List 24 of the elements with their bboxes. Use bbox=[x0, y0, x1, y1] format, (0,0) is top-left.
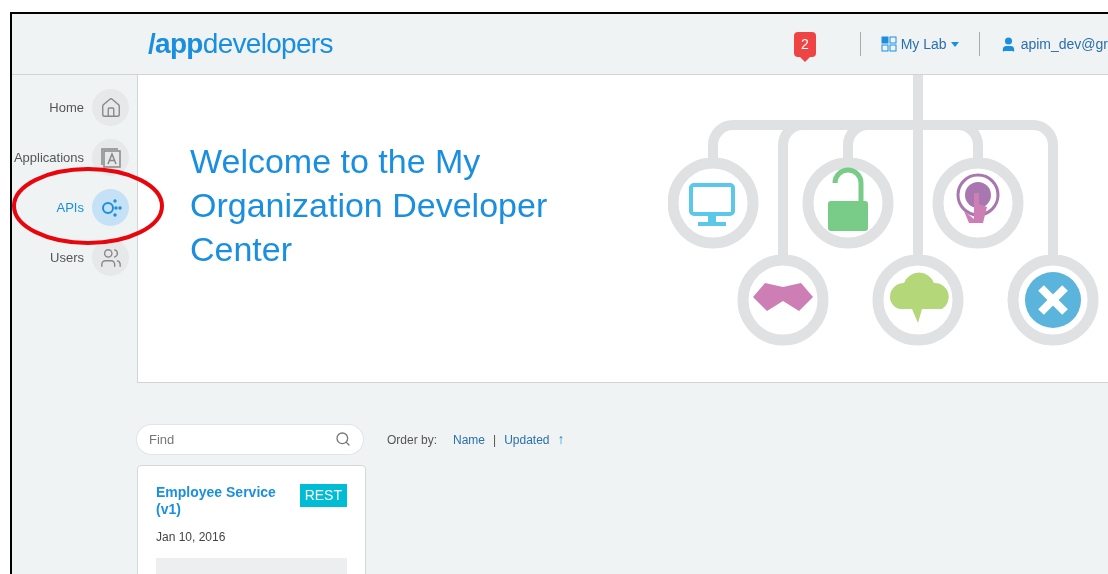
api-type-tag: REST bbox=[299, 484, 347, 508]
home-icon bbox=[99, 96, 122, 119]
sort-separator: | bbox=[493, 431, 497, 449]
sidebar-item[interactable]: Users bbox=[50, 239, 129, 276]
app-logo[interactable]: /appdevelopers bbox=[148, 23, 333, 65]
sort-link[interactable]: Name bbox=[453, 430, 486, 449]
order-by-label: Order by: bbox=[387, 431, 437, 449]
caret-icon bbox=[950, 41, 959, 47]
lab-menu-button[interactable]: My Lab bbox=[880, 33, 959, 55]
api-card[interactable]: Employee Service (v1) REST Jan 10, 2016 bbox=[137, 465, 366, 574]
grid-icon bbox=[880, 36, 897, 52]
sidebar-item[interactable]: Home bbox=[49, 89, 129, 126]
search-icon bbox=[335, 431, 351, 448]
users-icon bbox=[99, 246, 122, 269]
sort-direction-arrow[interactable]: ↑ bbox=[557, 429, 565, 451]
sidebar-item[interactable]: Applications bbox=[13, 139, 129, 176]
api-date: Jan 10, 2016 bbox=[156, 529, 227, 547]
user-menu-button[interactable]: apim_dev@gr bbox=[999, 33, 1108, 55]
search-field[interactable]: Find bbox=[137, 425, 363, 455]
badge-pointer bbox=[799, 56, 810, 62]
letter-square-icon bbox=[99, 146, 122, 169]
sort-link[interactable]: Updated bbox=[504, 430, 550, 449]
welcome-heading: Welcome to the My Organization Developer Center bbox=[190, 141, 549, 270]
api-title[interactable]: Employee Service (v1) bbox=[156, 484, 296, 519]
